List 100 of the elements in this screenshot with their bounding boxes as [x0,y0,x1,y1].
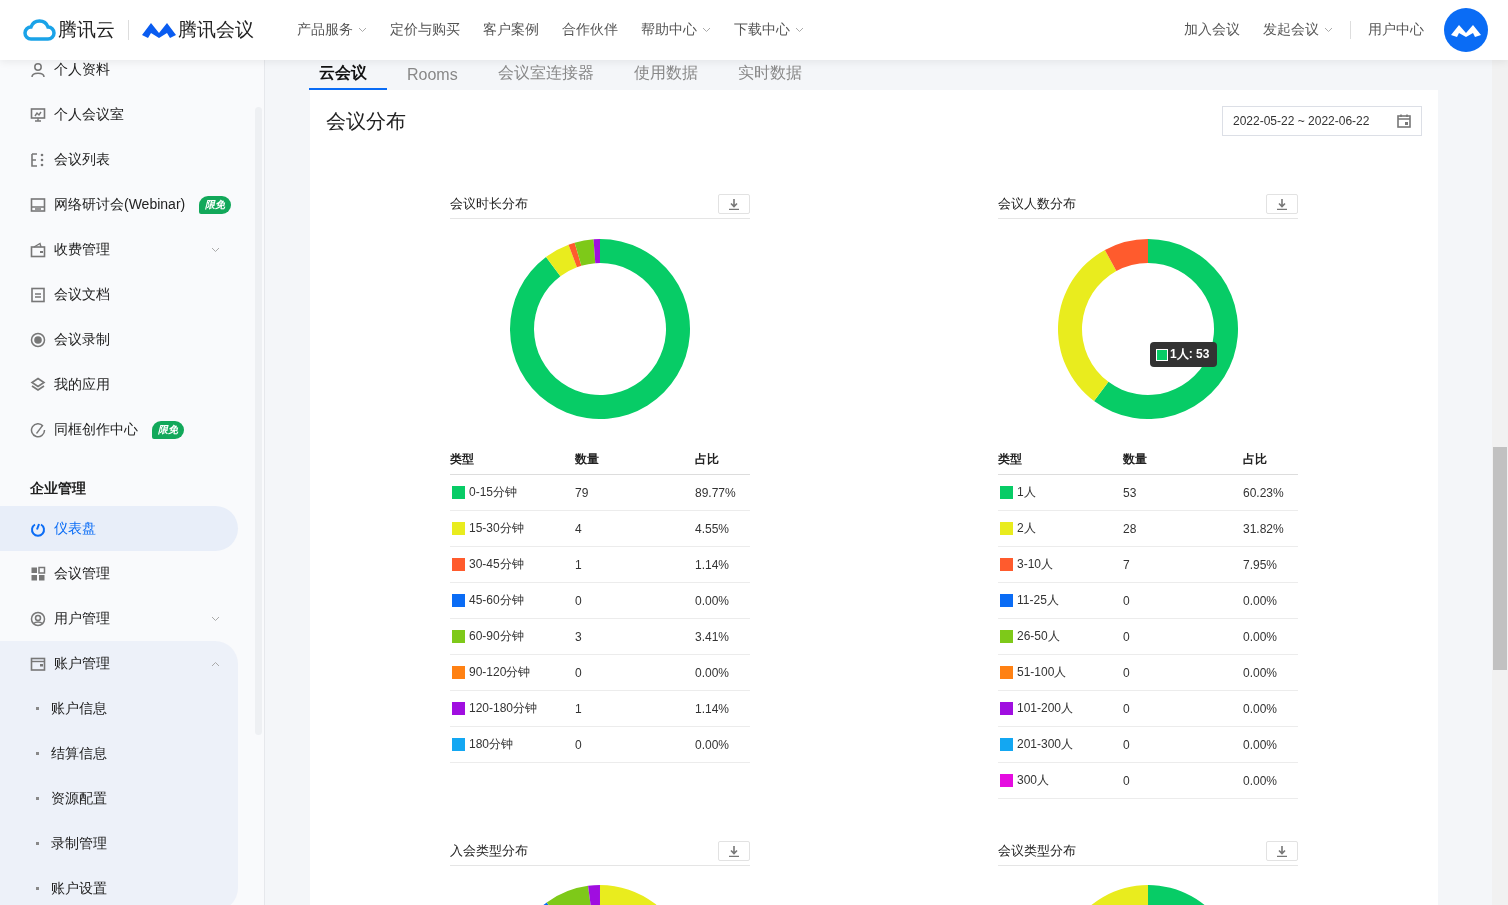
table-cell-text: 3.41% [695,629,731,644]
table-cell-text: 0 [1123,629,1131,644]
record-icon [30,331,46,348]
column-header: 占比 [695,450,720,468]
sidebar-item[interactable]: 会议录制 [0,317,238,362]
table-cell: 90-120分钟 [469,664,531,681]
nav-link[interactable]: 定价与购买 [390,21,460,39]
table-cell-text: 0 [1123,665,1131,680]
column-header: 数量 [575,450,600,468]
chevron-icon [211,660,220,667]
header-link[interactable]: 发起会议 [1263,21,1333,39]
chevron-icon [211,246,220,253]
download-icon [729,198,739,210]
table-cell: 201-300人 [1017,736,1074,753]
chart-title: 会议时长分布 [450,195,528,213]
column-header: 类型 [450,450,475,468]
nav-link[interactable]: 合作伙伴 [562,21,618,39]
app-logo-icon[interactable] [1444,8,1488,52]
header-link[interactable]: 加入会议 [1184,21,1240,39]
sidebar-subitem[interactable]: 账户信息 [0,686,238,731]
meeting-logo-icon [142,21,176,39]
sidebar-item[interactable]: 账户管理 [0,641,238,686]
table-cell: 45-60分钟 [469,592,524,609]
chevron-icon [211,615,220,622]
presentation-board-icon [30,106,46,123]
table-cell: 30-45分钟 [469,556,524,573]
table-cell-text: 1.14% [695,557,731,572]
nav-link[interactable]: 客户案例 [483,21,539,39]
nav-link[interactable]: 帮助中心 [641,21,711,39]
download-button[interactable] [1266,194,1298,214]
document-icon [30,286,46,303]
column-header: 类型 [998,450,1023,468]
table-cell: 101-200人 [1017,700,1074,717]
scrollbar[interactable] [1492,60,1508,905]
table-cell-text: 0.00% [1243,665,1279,680]
table-cell: 0-15分钟 [469,484,518,501]
sidebar-item[interactable]: 仪表盘 [0,506,238,551]
table-cell-text: 0 [1123,773,1131,788]
section-heading: 企业管理 [29,479,87,498]
sidebar-item[interactable]: 会议文档 [0,272,238,317]
sidebar-item[interactable]: 会议列表 [0,137,238,182]
table-cell-text: 0 [1123,737,1131,752]
table-cell-text: 89.77% [695,485,737,500]
table-cell-text: 4.55% [695,521,731,536]
sidebar-item[interactable]: 个人资料 [0,60,238,92]
chart-title: 会议类型分布 [998,842,1076,860]
download-icon [1277,198,1287,210]
calendar-icon [1397,114,1411,128]
table-cell-text: 28 [1123,521,1138,536]
chart-tooltip: 1人: 53 [1150,342,1218,367]
user-circle-icon [30,610,46,627]
download-button[interactable] [718,841,750,861]
sidebar-item[interactable]: 收费管理 [0,227,238,272]
list-icon [30,151,46,168]
table-cell: 26-50人 [1017,628,1060,645]
badge: 限免 [199,195,232,214]
table-cell: 180分钟 [469,736,514,753]
table-cell: 2人 [1017,520,1036,537]
table-cell: 60-90分钟 [469,628,524,645]
sidebar-item[interactable]: 同框创作中心 限免 [0,407,238,452]
table-cell-text: 0.00% [1243,593,1279,608]
sidebar-subitem[interactable]: 资源配置 [0,776,238,821]
table-cell-text: 79 [575,485,590,500]
table-cell-text: 0.00% [695,593,731,608]
table-cell: 3-10人 [1017,556,1054,573]
monitor-icon [30,196,46,213]
chart-title: 入会类型分布 [450,842,528,860]
table-cell-text: 0.00% [1243,701,1279,716]
nav-link[interactable]: 下载中心 [734,21,804,39]
sidebar-item[interactable]: 会议管理 [0,551,238,596]
sidebar-item[interactable]: 用户管理 [0,596,238,641]
sidebar-item[interactable]: 个人会议室 [0,92,238,137]
table-cell-text: 0.00% [695,665,731,680]
table-cell: 300人 [1017,772,1050,789]
download-button[interactable] [718,194,750,214]
sidebar-subitem[interactable]: 账户设置 [0,866,238,905]
table-cell-text: 0.00% [1243,773,1279,788]
date-range-field[interactable]: 2022-05-22 ~ 2022-06-22 [1222,106,1422,136]
sidebar-subitem[interactable]: 结算信息 [0,731,238,776]
table-cell-text: 0 [1123,701,1131,716]
sidebar-subitem[interactable]: 录制管理 [0,821,238,866]
table-cell: 15-30分钟 [469,520,524,537]
header-link[interactable]: 用户中心 [1368,21,1424,39]
sidebar-item[interactable]: 我的应用 [0,362,238,407]
table-cell-text: 7.95% [1243,557,1279,572]
table-cell-text: 0.00% [1243,737,1279,752]
sidebar-item[interactable]: 网络研讨会(Webinar) 限免 [0,182,238,227]
wallet-icon [30,241,46,258]
table-cell-text: 3 [575,629,583,644]
person-icon [30,61,46,78]
brand-name: 腾讯会议 [178,18,254,42]
table-cell: 11-25人 [1017,592,1059,609]
brush-circle-icon [30,421,46,438]
nav-link[interactable]: 产品服务 [297,21,367,39]
grid-icon [30,565,46,582]
download-button[interactable] [1266,841,1298,861]
table-cell-text: 31.82% [1243,521,1285,536]
download-icon [1277,845,1287,857]
table-cell-text: 0 [575,665,583,680]
table-cell-text: 7 [1123,557,1131,572]
